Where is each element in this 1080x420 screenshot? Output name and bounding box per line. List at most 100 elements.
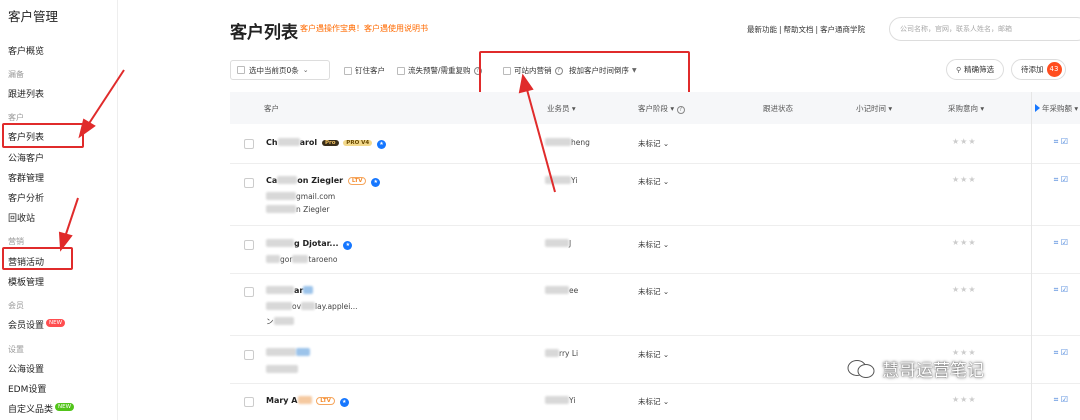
contact-text: n Ziegler <box>296 205 330 214</box>
row-checkbox[interactable] <box>244 397 254 407</box>
pinned-checkbox[interactable] <box>344 66 352 75</box>
select-all-checkbox[interactable] <box>237 66 245 74</box>
sidebar-item-analysis[interactable]: 客户分析 <box>8 191 44 204</box>
pro-badge-icon: Pro <box>321 140 339 146</box>
redacted-block <box>266 302 292 310</box>
sidebar-item-segments[interactable]: 客群管理 <box>8 171 44 184</box>
annotation-box-customer-list <box>2 123 84 148</box>
wechat-icon <box>847 359 875 378</box>
owner-text: Yi <box>569 396 576 405</box>
help-icon[interactable]: ? <box>676 106 685 114</box>
col-owner[interactable]: 业务员 ▾ <box>547 103 576 114</box>
filter-churn-warning[interactable]: 流失预警/需重复购 ? <box>397 65 482 76</box>
sidebar-group-marketing: 营销 <box>8 237 24 246</box>
stage-label: 未标记 <box>638 397 661 406</box>
redacted-block <box>273 317 294 325</box>
contact-text: taroeno <box>308 255 338 264</box>
contact-name: ン <box>266 316 294 327</box>
row-checkbox[interactable] <box>244 240 254 250</box>
col-customer[interactable]: 客户 <box>264 103 279 114</box>
table-row[interactable]: Ca on Ziegler LTV ★ gmail.com n Ziegler Y… <box>230 164 1080 226</box>
customer-name[interactable]: Ca on Ziegler LTV ★ <box>266 176 381 187</box>
col-note-time[interactable]: 小记时间 ▾ <box>856 103 892 114</box>
sidebar-item-label: 自定义品类 <box>8 405 54 415</box>
rating-stars[interactable]: ★★★ <box>952 175 977 184</box>
row-checkbox[interactable] <box>244 178 254 188</box>
search-input[interactable]: 公司名称，官网，联系人姓名，邮箱 <box>889 17 1080 41</box>
stage-dropdown[interactable]: 未标记 ⌄ <box>638 176 669 187</box>
sidebar-item-recycle-bin[interactable]: 回收站 <box>8 211 35 224</box>
stage-dropdown[interactable]: 未标记 ⌄ <box>638 396 669 407</box>
customer-name[interactable]: g Djotar... ★ <box>266 239 353 250</box>
sidebar-title: 客户管理 <box>8 9 59 24</box>
col-annual-purchase[interactable]: 年采购额 ▾ <box>1042 103 1078 114</box>
sidebar-item-public-customers[interactable]: 公海客户 <box>8 151 44 164</box>
stage-dropdown[interactable]: 未标记 ⌄ <box>638 138 669 149</box>
row-checkbox[interactable] <box>244 287 254 297</box>
sidebar-item-edm-settings[interactable]: EDM设置 <box>8 382 46 395</box>
sidebar-item-public-settings[interactable]: 公海设置 <box>8 362 44 375</box>
stage-dropdown[interactable]: 未标记 ⌄ <box>638 239 669 250</box>
rating-stars[interactable]: ★★★ <box>952 285 977 294</box>
redacted-block <box>277 138 300 146</box>
link-help-docs[interactable]: 帮助文档 <box>784 25 814 34</box>
app-window: 客户管理 客户概览 漏备 跟进列表 客户 客户列表 公海客户 客群管理 客户分析… <box>0 0 1080 420</box>
sidebar: 客户管理 客户概览 漏备 跟进列表 客户 客户列表 公海客户 客群管理 客户分析… <box>0 0 118 420</box>
row-actions[interactable]: ⌗ ☑ <box>1054 285 1068 295</box>
owner-name: J <box>545 239 571 248</box>
col-stage[interactable]: 客户阶段 ▾ ? <box>638 103 685 114</box>
stage-label: 未标记 <box>638 177 661 186</box>
scroll-right-icon[interactable] <box>1035 104 1040 112</box>
redacted-block <box>266 255 280 263</box>
row-actions[interactable]: ⌗ ☑ <box>1054 395 1068 405</box>
customer-name[interactable]: Ch arol Pro PRO V4 ★ <box>266 138 387 149</box>
link-academy[interactable]: 客户通商学院 <box>820 25 865 34</box>
row-actions[interactable]: ⌗ ☑ <box>1054 175 1068 185</box>
table-column-divider <box>1031 92 1032 420</box>
email-text: lay.applei... <box>315 302 358 311</box>
customer-name[interactable] <box>266 348 310 357</box>
rating-stars[interactable]: ★★★ <box>952 395 977 404</box>
contact-name: n Ziegler <box>266 205 330 214</box>
pending-count-badge: 43 <box>1046 62 1062 77</box>
sidebar-item-follow-list[interactable]: 跟进列表 <box>8 87 44 100</box>
redacted-block <box>266 205 296 213</box>
help-link[interactable]: 客户遇操作宝典！客户遇使用说明书 <box>300 23 428 34</box>
redacted-block <box>266 239 294 247</box>
select-label: 选中当前页0条 <box>249 65 299 75</box>
rating-stars[interactable]: ★★★ <box>952 238 977 247</box>
link-new-features[interactable]: 最新功能 <box>747 25 777 34</box>
sidebar-item-templates[interactable]: 模板管理 <box>8 275 44 288</box>
pending-add-button[interactable]: 待添加 43 <box>1011 59 1066 80</box>
rating-stars[interactable]: ★★★ <box>952 137 977 146</box>
table-row[interactable]: Mary A LTV ★ Yi 未标记 ⌄ ★★★ ⌗ ☑ <box>230 384 1080 420</box>
filter-pinned[interactable]: 钉住客户 <box>344 65 385 76</box>
churn-checkbox[interactable] <box>397 66 405 75</box>
name-part: Mary A <box>266 396 298 405</box>
precise-filter-button[interactable]: ⚲ 精确筛选 <box>946 59 1005 80</box>
table-row[interactable]: Ch arol Pro PRO V4 ★ heng 未标记 ⌄ ★★★ ⌗ ☑ <box>230 124 1080 164</box>
customer-name[interactable]: ar <box>266 286 314 295</box>
customer-name[interactable]: Mary A LTV ★ <box>266 396 349 407</box>
sidebar-item-overview[interactable]: 客户概览 <box>8 44 44 57</box>
sidebar-item-custom-category[interactable]: 自定义品类 NEW <box>8 402 75 415</box>
filter-icon: ⚲ <box>956 65 962 74</box>
stage-dropdown[interactable]: 未标记 ⌄ <box>638 286 669 297</box>
sidebar-group-members: 会员 <box>8 301 24 310</box>
sidebar-item-member-settings[interactable]: 会员设置 NEW <box>8 318 66 331</box>
row-checkbox[interactable] <box>244 139 254 149</box>
row-actions[interactable]: ⌗ ☑ <box>1054 137 1068 147</box>
row-actions[interactable]: ⌗ ☑ <box>1054 348 1068 358</box>
table-header: 客户 业务员 ▾ 客户阶段 ▾ ? 跟进状态 小记时间 ▾ 采购意向 ▾ 年采购… <box>230 92 1080 124</box>
table-row[interactable]: ar ov lay.applei... ン ee 未标记 ⌄ ★★★ ⌗ ☑ <box>230 274 1080 336</box>
sidebar-group-settings: 设置 <box>8 345 24 354</box>
col-purchase-intent[interactable]: 采购意向 ▾ <box>948 103 984 114</box>
select-page-dropdown[interactable]: 选中当前页0条 ⌄ <box>230 60 330 80</box>
customer-email: ov lay.applei... <box>266 302 358 311</box>
contact-name <box>266 365 298 374</box>
row-checkbox[interactable] <box>244 350 254 360</box>
stage-dropdown[interactable]: 未标记 ⌄ <box>638 349 669 360</box>
table-row[interactable]: g Djotar... ★ gor taroeno J 未标记 ⌄ ★★★ ⌗ ☑ <box>230 226 1080 274</box>
row-actions[interactable]: ⌗ ☑ <box>1054 238 1068 248</box>
col-follow-status[interactable]: 跟进状态 <box>763 103 793 114</box>
